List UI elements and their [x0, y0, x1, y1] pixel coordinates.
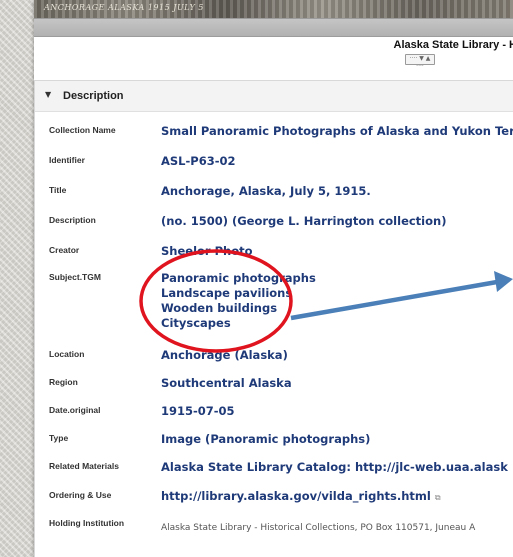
field-label: Ordering & Use: [49, 490, 112, 500]
subject-link[interactable]: Landscape pavilions: [161, 286, 316, 301]
record-panel: ANCHORAGE ALASKA 1915 JULY 5 Alaska Stat…: [34, 0, 513, 557]
field-label: Date.original: [49, 405, 101, 415]
field-label: Title: [49, 185, 67, 195]
field-label: Subject.TGM: [49, 272, 101, 282]
subject-link[interactable]: Cityscapes: [161, 316, 316, 331]
collapse-triangle-icon[interactable]: ▼: [45, 90, 51, 99]
rights-link[interactable]: http://library.alaska.gov/vilda_rights.h…: [161, 489, 431, 503]
field-label: Identifier: [49, 155, 85, 165]
field-value[interactable]: http://library.alaska.gov/vilda_rights.h…: [161, 489, 441, 505]
field-value[interactable]: Anchorage, Alaska, July 5, 1915.: [161, 184, 371, 198]
field-label: Type: [49, 433, 69, 443]
field-label: Creator: [49, 245, 80, 255]
site-title: Alaska State Library - H: [393, 39, 513, 51]
subject-link[interactable]: Panoramic photographs: [161, 271, 316, 286]
subject-link[interactable]: Wooden buildings: [161, 301, 316, 316]
field-label: Collection Name: [49, 125, 116, 135]
field-value[interactable]: 1915-07-05: [161, 404, 235, 418]
field-value: Alaska State Library - Historical Collec…: [161, 523, 476, 533]
field-value[interactable]: Southcentral Alaska: [161, 376, 292, 390]
field-label: Location: [49, 349, 85, 359]
field-label: Description: [49, 215, 96, 225]
description-title: Description: [63, 90, 124, 102]
title-bar: [34, 18, 513, 37]
field-label: Holding Institution: [49, 518, 125, 528]
description-section: ▼ Description Collection Name Small Pano…: [34, 80, 513, 557]
subject-list: Panoramic photographs Landscape pavilion…: [161, 271, 316, 331]
pager-control[interactable]: ···· ▼ ▲ ····: [405, 54, 435, 70]
field-label: Related Materials: [49, 461, 119, 471]
panorama-photo[interactable]: ANCHORAGE ALASKA 1915 JULY 5: [34, 0, 513, 18]
field-value[interactable]: Anchorage (Alaska): [161, 348, 288, 362]
description-header[interactable]: ▼ Description: [35, 81, 513, 112]
field-value[interactable]: Small Panoramic Photographs of Alaska an…: [161, 124, 513, 138]
field-value[interactable]: Sheelor Photo: [161, 244, 253, 258]
field-value[interactable]: ASL-P63-02: [161, 154, 236, 168]
field-value[interactable]: (no. 1500) (George L. Harrington collect…: [161, 214, 446, 228]
photo-caption: ANCHORAGE ALASKA 1915 JULY 5: [44, 3, 204, 12]
external-link-icon: ⧉: [434, 493, 441, 502]
field-label: Region: [49, 377, 78, 387]
field-value[interactable]: Alaska State Library Catalog: http://jlc…: [161, 460, 508, 474]
field-value[interactable]: Image (Panoramic photographs): [161, 432, 370, 446]
